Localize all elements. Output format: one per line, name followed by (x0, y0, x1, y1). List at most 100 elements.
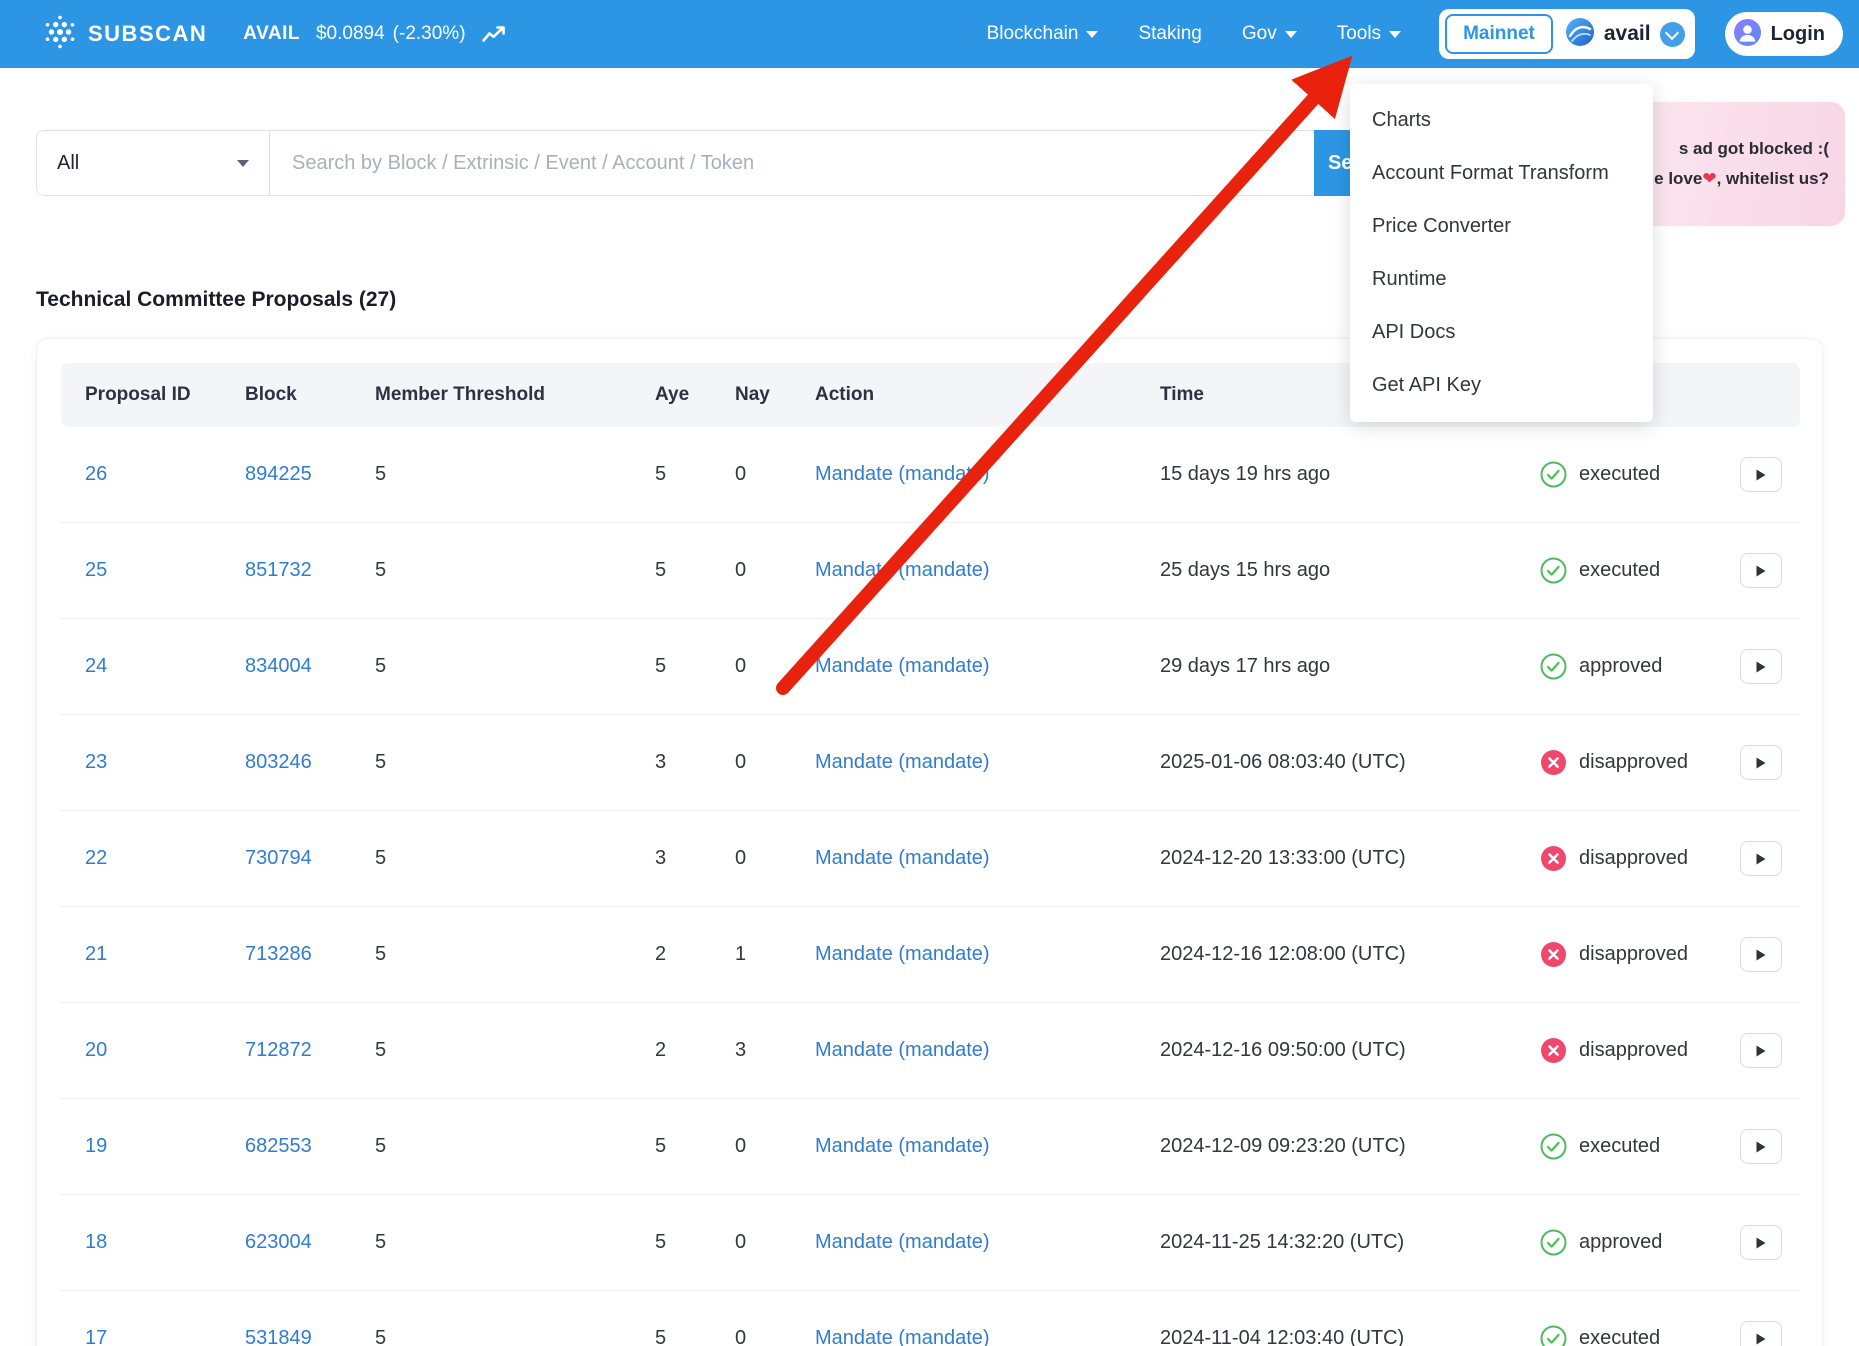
aye-value: 5 (641, 1291, 721, 1346)
nay-value: 1 (721, 907, 801, 1003)
block-link[interactable]: 682553 (245, 1135, 312, 1157)
status-label: disapproved (1579, 943, 1688, 966)
action-link[interactable]: Mandate (mandate) (815, 751, 990, 773)
tools-menu-item-get-api-key[interactable]: Get API Key (1350, 359, 1653, 412)
subscan-logo[interactable]: SUBSCAN (42, 14, 207, 55)
row-expand-button[interactable] (1740, 1129, 1782, 1164)
proposal-id-link[interactable]: 23 (85, 751, 107, 773)
aye-value: 5 (641, 427, 721, 523)
nay-value: 0 (721, 715, 801, 811)
action-link[interactable]: Mandate (mandate) (815, 655, 990, 677)
block-link[interactable]: 834004 (245, 655, 312, 677)
network-chevron-icon (1660, 22, 1685, 47)
proposal-id-link[interactable]: 24 (85, 655, 107, 677)
nay-value: 0 (721, 1291, 801, 1346)
search-filter-select[interactable]: All (36, 130, 270, 196)
price-chart-icon[interactable] (482, 26, 505, 43)
status-label: executed (1579, 559, 1660, 582)
tools-menu-item-runtime[interactable]: Runtime (1350, 253, 1653, 306)
proposal-id-link[interactable]: 21 (85, 943, 107, 965)
block-link[interactable]: 713286 (245, 943, 312, 965)
proposal-id-link[interactable]: 17 (85, 1327, 107, 1346)
status-label: disapproved (1579, 1039, 1688, 1062)
status-success-icon (1540, 653, 1567, 680)
time-value: 2025-01-06 08:03:40 (UTC) (1146, 715, 1526, 811)
nav-gov[interactable]: Gov (1242, 23, 1297, 45)
action-link[interactable]: Mandate (mandate) (815, 1231, 990, 1253)
row-expand-button[interactable] (1740, 1033, 1782, 1068)
tools-menu-item-api-docs[interactable]: API Docs (1350, 306, 1653, 359)
status-badge: disapproved (1540, 1037, 1712, 1064)
nav-blockchain[interactable]: Blockchain (987, 23, 1099, 45)
status-badge: approved (1540, 1229, 1712, 1256)
action-link[interactable]: Mandate (mandate) (815, 1327, 990, 1346)
nay-value: 0 (721, 427, 801, 523)
status-success-icon (1540, 1133, 1567, 1160)
proposals-table-card: Proposal ID Block Member Threshold Aye N… (36, 338, 1823, 1346)
row-expand-button[interactable] (1740, 745, 1782, 780)
play-icon (1755, 1236, 1767, 1250)
action-link[interactable]: Mandate (mandate) (815, 943, 990, 965)
play-icon (1755, 756, 1767, 770)
tools-menu-item-charts[interactable]: Charts (1350, 94, 1653, 147)
nav-staking[interactable]: Staking (1138, 23, 1201, 45)
network-select[interactable]: avail (1565, 17, 1685, 52)
block-link[interactable]: 623004 (245, 1231, 312, 1253)
login-button[interactable]: Login (1725, 12, 1843, 56)
col-expand (1726, 363, 1800, 427)
action-link[interactable]: Mandate (mandate) (815, 1039, 990, 1061)
table-row: 19 682553 5 5 0 Mandate (mandate) 2024-1… (61, 1099, 1800, 1195)
proposal-id-link[interactable]: 26 (85, 463, 107, 485)
row-expand-button[interactable] (1740, 553, 1782, 588)
block-link[interactable]: 531849 (245, 1327, 312, 1346)
block-link[interactable]: 712872 (245, 1039, 312, 1061)
block-link[interactable]: 851732 (245, 559, 312, 581)
status-error-icon (1540, 845, 1567, 872)
status-label: disapproved (1579, 847, 1688, 870)
search-filter-value: All (57, 152, 79, 175)
time-value: 25 days 15 hrs ago (1146, 523, 1526, 619)
status-badge: executed (1540, 1133, 1712, 1160)
time-value: 2024-12-16 09:50:00 (UTC) (1146, 1003, 1526, 1099)
action-link[interactable]: Mandate (mandate) (815, 847, 990, 869)
proposals-table-body: 26 894225 5 5 0 Mandate (mandate) 15 day… (61, 427, 1800, 1346)
row-expand-button[interactable] (1740, 457, 1782, 492)
token-change: (-2.30%) (393, 23, 466, 45)
nav-tools-label: Tools (1337, 23, 1381, 45)
member-threshold-value: 5 (361, 427, 641, 523)
proposal-id-link[interactable]: 22 (85, 847, 107, 869)
action-link[interactable]: Mandate (mandate) (815, 463, 990, 485)
status-error-icon (1540, 1037, 1567, 1064)
mainnet-button[interactable]: Mainnet (1445, 14, 1553, 54)
row-expand-button[interactable] (1740, 1321, 1782, 1346)
tools-menu-item-account-format-transform[interactable]: Account Format Transform (1350, 147, 1653, 200)
proposal-id-link[interactable]: 19 (85, 1135, 107, 1157)
action-link[interactable]: Mandate (mandate) (815, 1135, 990, 1157)
row-expand-button[interactable] (1740, 937, 1782, 972)
row-expand-button[interactable] (1740, 1225, 1782, 1260)
block-link[interactable]: 803246 (245, 751, 312, 773)
aye-value: 3 (641, 715, 721, 811)
row-expand-button[interactable] (1740, 841, 1782, 876)
row-expand-button[interactable] (1740, 649, 1782, 684)
proposal-id-link[interactable]: 18 (85, 1231, 107, 1253)
tools-menu-item-price-converter[interactable]: Price Converter (1350, 200, 1653, 253)
table-row: 21 713286 5 2 1 Mandate (mandate) 2024-1… (61, 907, 1800, 1003)
status-label: executed (1579, 1135, 1660, 1158)
nav-tools[interactable]: Tools (1337, 23, 1401, 45)
col-nay: Nay (721, 363, 801, 427)
status-badge: disapproved (1540, 941, 1712, 968)
block-link[interactable]: 730794 (245, 847, 312, 869)
heart-icon: ❤ (1702, 169, 1716, 188)
search-input[interactable] (270, 130, 1314, 196)
block-link[interactable]: 894225 (245, 463, 312, 485)
proposal-id-link[interactable]: 20 (85, 1039, 107, 1061)
play-icon (1755, 852, 1767, 866)
proposal-id-link[interactable]: 25 (85, 559, 107, 581)
main-nav: Blockchain Staking Gov Tools (987, 23, 1401, 45)
action-link[interactable]: Mandate (mandate) (815, 559, 990, 581)
col-member-threshold: Member Threshold (361, 363, 641, 427)
play-icon (1755, 564, 1767, 578)
table-row: 18 623004 5 5 0 Mandate (mandate) 2024-1… (61, 1195, 1800, 1291)
ad-line-1: s ad got blocked :( (1679, 139, 1829, 159)
